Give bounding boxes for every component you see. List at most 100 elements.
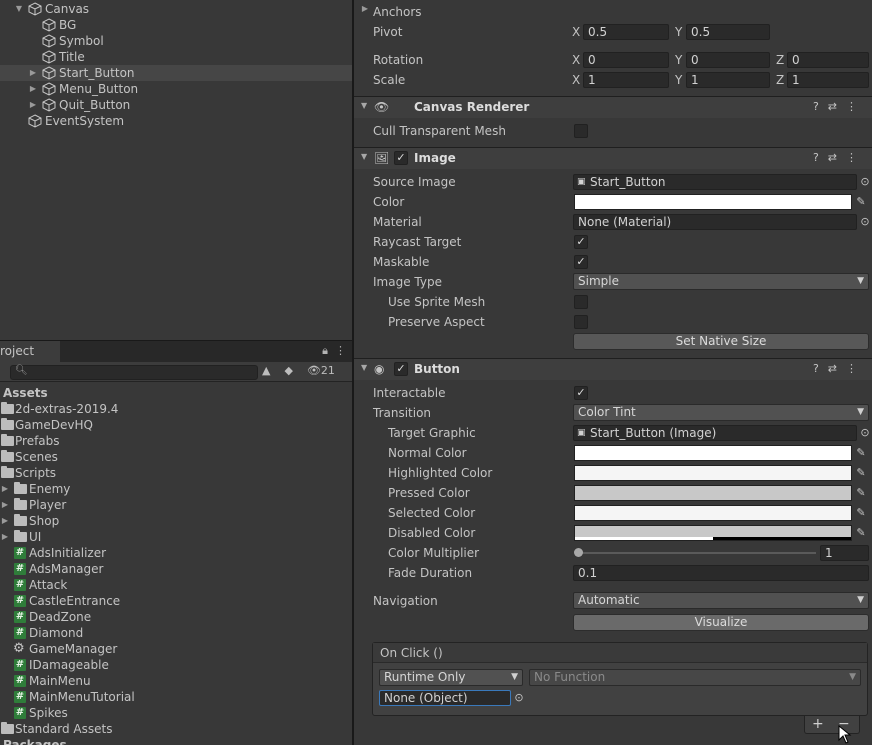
rotation-x-field[interactable]: 0 <box>583 52 669 68</box>
use-sprite-mesh-checkbox[interactable] <box>574 295 588 309</box>
cull-transparent-mesh-checkbox[interactable] <box>574 124 588 138</box>
object-picker-icon[interactable]: ⊙ <box>857 214 872 230</box>
visualize-button[interactable]: Visualize <box>573 614 869 631</box>
script-item[interactable]: # MainMenuTutorial <box>0 689 352 705</box>
script-item[interactable]: # AdsInitializer <box>0 545 352 561</box>
assets-root[interactable]: Assets <box>0 385 352 401</box>
expanded-arrow-icon[interactable]: ▼ <box>361 363 367 372</box>
collapsed-arrow-icon[interactable]: ▶ <box>28 81 38 97</box>
rotation-z-field[interactable]: 0 <box>787 52 869 68</box>
subfolder-item[interactable]: ▶ Player <box>0 497 352 513</box>
eyedropper-icon[interactable]: ✎ <box>853 465 869 481</box>
more-menu-icon[interactable]: ⋮ <box>846 100 866 113</box>
lock-icon[interactable]: 🔒︎ <box>322 344 328 357</box>
filter-by-type-icon[interactable]: ▲ <box>262 364 270 377</box>
maskable-checkbox[interactable]: ✓ <box>574 255 588 269</box>
material-field[interactable]: None (Material) <box>573 214 857 230</box>
eyedropper-icon[interactable]: ✎ <box>853 525 869 541</box>
folder-item[interactable]: Standard Assets <box>0 721 352 737</box>
button-header[interactable]: ▼ ◉ ✓ Button ?⇄⋮ <box>354 358 872 380</box>
expanded-arrow-icon[interactable]: ▼ <box>14 1 24 17</box>
axis-y-label[interactable]: Y <box>675 24 682 40</box>
hierarchy-item-quit-button[interactable]: ▶ Quit_Button <box>0 97 352 113</box>
collapsed-arrow-icon[interactable]: ▶ <box>0 481 10 497</box>
search-input[interactable]: 🔍︎ <box>10 365 258 380</box>
preserve-aspect-checkbox[interactable] <box>574 315 588 329</box>
script-item[interactable]: # Spikes <box>0 705 352 721</box>
filter-by-label-icon[interactable]: ◆ <box>284 364 292 377</box>
eyedropper-icon[interactable]: ✎ <box>853 485 869 501</box>
hierarchy-item-title[interactable]: Title <box>0 49 352 65</box>
highlighted-color-swatch[interactable] <box>574 465 852 481</box>
script-item[interactable]: # IDamageable <box>0 657 352 673</box>
scale-y-field[interactable]: 1 <box>686 72 770 88</box>
color-multiplier-slider-track[interactable] <box>578 552 816 554</box>
scale-z-field[interactable]: 1 <box>787 72 869 88</box>
hidden-packages-icon[interactable]: 👁︎ <box>307 364 321 377</box>
help-icon[interactable]: ? <box>813 362 828 375</box>
interactable-checkbox[interactable]: ✓ <box>574 386 588 400</box>
image-enabled-checkbox[interactable]: ✓ <box>394 151 408 165</box>
source-image-field[interactable]: ▣ Start_Button <box>573 174 857 190</box>
target-object-field[interactable]: None (Object) <box>379 690 511 706</box>
help-icon[interactable]: ? <box>813 100 828 113</box>
color-swatch[interactable] <box>574 194 852 210</box>
raycast-target-checkbox[interactable]: ✓ <box>574 235 588 249</box>
script-item[interactable]: ⚙ GameManager <box>0 641 352 657</box>
hierarchy-item-symbol[interactable]: Symbol <box>0 33 352 49</box>
tab-project[interactable]: roject <box>0 341 60 362</box>
subfolder-item[interactable]: ▶ UI <box>0 529 352 545</box>
image-header[interactable]: ▼ 🖼︎ ✓ Image ?⇄⋮ <box>354 147 872 169</box>
collapsed-arrow-icon[interactable]: ▶ <box>28 65 38 81</box>
packages-root[interactable]: Packages <box>0 737 352 745</box>
pressed-color-swatch[interactable] <box>574 485 852 501</box>
navigation-dropdown[interactable]: Automatic ▼ <box>573 592 869 609</box>
function-dropdown[interactable]: No Function ▼ <box>529 669 861 686</box>
color-multiplier-slider-knob[interactable] <box>574 548 583 557</box>
pivot-y-field[interactable]: 0.5 <box>686 24 770 40</box>
disabled-color-swatch[interactable] <box>574 525 852 541</box>
axis-x-label[interactable]: X <box>572 52 580 68</box>
add-event-button[interactable]: + <box>812 716 824 733</box>
fade-duration-field[interactable]: 0.1 <box>573 565 869 581</box>
object-picker-icon[interactable]: ⊙ <box>857 425 872 441</box>
color-multiplier-field[interactable]: 1 <box>820 545 869 561</box>
transition-dropdown[interactable]: Color Tint ▼ <box>573 404 869 421</box>
folder-item[interactable]: 2d-extras-2019.4 <box>0 401 352 417</box>
runtime-mode-dropdown[interactable]: Runtime Only ▼ <box>379 669 523 686</box>
canvas-renderer-header[interactable]: ▼ 👁︎ Canvas Renderer ?⇄⋮ <box>354 96 872 118</box>
set-native-size-button[interactable]: Set Native Size <box>573 333 869 350</box>
anchors-label[interactable]: Anchors <box>373 4 422 20</box>
axis-y-label[interactable]: Y <box>675 52 682 68</box>
collapsed-arrow-icon[interactable]: ▶ <box>28 97 38 113</box>
folder-item-scripts[interactable]: Scripts <box>0 465 352 481</box>
target-graphic-field[interactable]: ▣ Start_Button (Image) <box>573 425 857 441</box>
preset-icon[interactable]: ⇄ <box>828 100 846 113</box>
script-item[interactable]: # CastleEntrance <box>0 593 352 609</box>
expanded-arrow-icon[interactable]: ▼ <box>361 152 367 161</box>
hierarchy-item-bg[interactable]: BG <box>0 17 352 33</box>
normal-color-swatch[interactable] <box>574 445 852 461</box>
object-picker-icon[interactable]: ⊙ <box>511 690 527 706</box>
preset-icon[interactable]: ⇄ <box>828 362 846 375</box>
subfolder-item[interactable]: ▶ Shop <box>0 513 352 529</box>
more-menu-icon[interactable]: ⋮ <box>846 362 866 375</box>
script-item[interactable]: # Attack <box>0 577 352 593</box>
rotation-y-field[interactable]: 0 <box>686 52 770 68</box>
expanded-arrow-icon[interactable]: ▼ <box>361 101 367 110</box>
folder-item[interactable]: GameDevHQ <box>0 417 352 433</box>
eyedropper-icon[interactable]: ✎ <box>853 194 869 210</box>
image-type-dropdown[interactable]: Simple ▼ <box>573 273 869 290</box>
collapsed-arrow-icon[interactable]: ▶ <box>0 529 10 545</box>
more-menu-icon[interactable]: ⋮ <box>335 344 346 357</box>
axis-x-label[interactable]: X <box>572 24 580 40</box>
script-item[interactable]: # Diamond <box>0 625 352 641</box>
subfolder-item[interactable]: ▶ Enemy <box>0 481 352 497</box>
hierarchy-item-start-button[interactable]: ▶ Start_Button <box>0 65 352 81</box>
script-item[interactable]: # DeadZone <box>0 609 352 625</box>
hierarchy-item-menu-button[interactable]: ▶ Menu_Button <box>0 81 352 97</box>
script-item[interactable]: # AdsManager <box>0 561 352 577</box>
anchors-foldout-icon[interactable]: ▶ <box>360 4 370 20</box>
folder-item[interactable]: Scenes <box>0 449 352 465</box>
eyedropper-icon[interactable]: ✎ <box>853 505 869 521</box>
